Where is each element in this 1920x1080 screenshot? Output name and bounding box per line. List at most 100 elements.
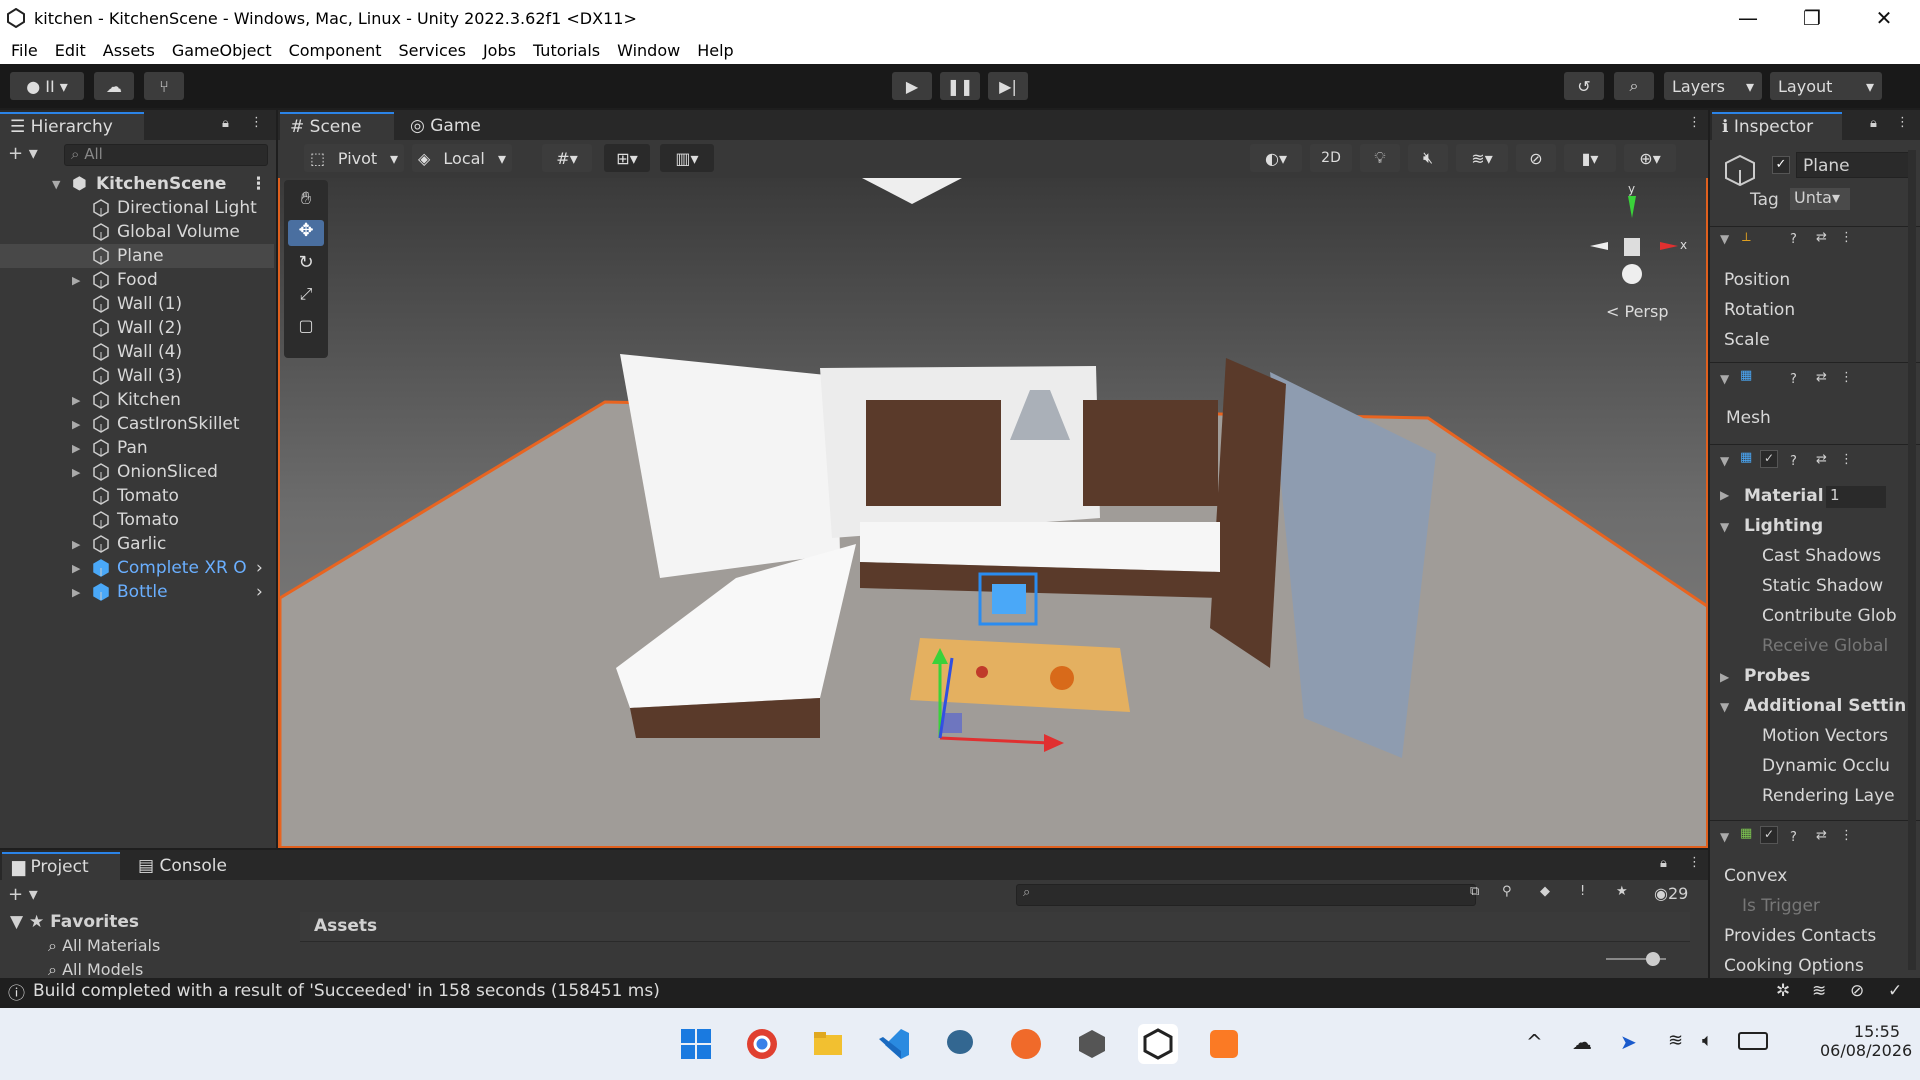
grid-snap-button[interactable]: #▾ [542, 144, 592, 172]
draw-mode-button[interactable]: ◐▾ [1250, 144, 1302, 172]
preset-icon[interactable]: ⇄ [1816, 828, 1827, 843]
hierarchy-item[interactable]: ▶ Food [0, 268, 274, 292]
favorites-header[interactable]: ▼ ★ Favorites [10, 912, 139, 932]
expand-arrow-icon[interactable]: ▶ [72, 466, 80, 479]
assets-breadcrumb[interactable]: Assets [300, 912, 1690, 942]
foldout-arrow-icon[interactable]: ▶ [1720, 670, 1729, 684]
postman-icon[interactable] [1006, 1024, 1046, 1064]
lock-icon[interactable]: 🔒︎ [1660, 856, 1667, 871]
unity-editor-icon[interactable] [1138, 1024, 1178, 1064]
help-icon[interactable]: ? [1790, 830, 1797, 845]
projection-toggle[interactable]: < Persp [1606, 302, 1669, 321]
hierarchy-item[interactable]: ▶ Bottle › [0, 580, 274, 604]
menu-gameobject[interactable]: GameObject [172, 41, 272, 60]
postgres-icon[interactable] [940, 1024, 980, 1064]
menu-help[interactable]: Help [697, 41, 733, 60]
menu-jobs[interactable]: Jobs [483, 41, 516, 60]
close-button[interactable]: ✕ [1856, 0, 1912, 36]
visibility-button[interactable]: ⊘ [1516, 144, 1556, 172]
unity-hub-icon[interactable] [1072, 1024, 1112, 1064]
collab-button[interactable]: ⑂ [144, 72, 184, 100]
icon-size-slider-handle[interactable] [1646, 952, 1660, 966]
expand-arrow-icon[interactable]: ▶ [72, 538, 80, 551]
volume-icon[interactable]: 🔈︎ [1702, 1030, 1713, 1051]
stack-icon[interactable]: ≋ [1812, 981, 1826, 1001]
hierarchy-item[interactable]: ▶ Kitchen [0, 388, 274, 412]
hierarchy-item[interactable]: ▶ Garlic [0, 532, 274, 556]
menu-edit[interactable]: Edit [55, 41, 86, 60]
camera-button[interactable]: ▮▾ [1564, 144, 1616, 172]
hidden-packages-count[interactable]: ◉29 [1654, 884, 1688, 903]
check-circle-icon[interactable]: ✓ [1888, 981, 1902, 1001]
increment-snap-button[interactable]: ⊞▾ [604, 144, 650, 172]
foldout-arrow-icon[interactable]: ▼ [1720, 372, 1729, 386]
lighting-toggle[interactable]: 💡︎ [1360, 144, 1400, 172]
expand-arrow-icon[interactable]: ▶ [72, 418, 80, 431]
search-button[interactable]: ⌕ [1614, 72, 1654, 100]
expand-arrow-icon[interactable]: ▶ [72, 586, 80, 599]
chevron-right-icon[interactable]: › [256, 558, 263, 578]
tab-inspector[interactable]: ℹ Inspector [1712, 112, 1842, 140]
hierarchy-item[interactable]: Global Volume [0, 220, 274, 244]
more-options-icon[interactable]: ⋮ [1896, 115, 1909, 130]
battery-icon[interactable] [1738, 1032, 1768, 1050]
expand-arrow-icon[interactable]: ▶ [72, 562, 80, 575]
hierarchy-item[interactable]: ▶ OnionSliced [0, 460, 274, 484]
menu-assets[interactable]: Assets [103, 41, 155, 60]
add-object-button[interactable]: + ▾ [8, 143, 38, 164]
more-options-icon[interactable]: ⋮ [1840, 370, 1853, 385]
rotate-tool-button[interactable]: ↻ [288, 252, 324, 278]
tab-project[interactable]: ▆ Project [2, 852, 120, 880]
step-button[interactable]: ▶| [988, 72, 1028, 100]
expand-arrow-icon[interactable]: ▶ [72, 442, 80, 455]
hand-tool-button[interactable]: ✋︎ [288, 188, 324, 214]
project-search-input[interactable]: ⌕ [1016, 884, 1476, 906]
rect-tool-button[interactable]: ▢ [288, 316, 324, 342]
help-icon[interactable]: ? [1790, 454, 1797, 469]
file-explorer-icon[interactable] [808, 1024, 848, 1064]
eye-slash-icon[interactable]: ⊘ [1850, 981, 1864, 1001]
inspector-scrollbar[interactable] [1908, 150, 1916, 970]
tab-scene[interactable]: # Scene [280, 112, 394, 140]
hierarchy-search-input[interactable]: ⌕ All [64, 144, 268, 166]
send-icon[interactable]: ➤ [1620, 1030, 1637, 1054]
foldout-arrow-icon[interactable]: ▼ [1720, 520, 1729, 534]
menu-tutorials[interactable]: Tutorials [533, 41, 600, 60]
hierarchy-item[interactable]: ▶ CastIronSkillet [0, 412, 274, 436]
more-options-icon[interactable]: ⋮ [1840, 452, 1853, 467]
tab-hierarchy[interactable]: ☰ Hierarchy [0, 112, 144, 140]
gizmos-button[interactable]: ⊕▾ [1624, 144, 1676, 172]
move-tool-button[interactable]: ✥ [288, 220, 324, 246]
tag-icon[interactable]: ◆ [1540, 884, 1550, 899]
status-message[interactable]: Build completed with a result of 'Succee… [33, 981, 660, 1001]
hierarchy-item[interactable]: ▶ Pan [0, 436, 274, 460]
hierarchy-item[interactable]: Directional Light [0, 196, 274, 220]
chrome-icon[interactable] [742, 1024, 782, 1064]
tab-game[interactable]: ◎ Game [400, 112, 500, 140]
search-by-type-icon[interactable]: ⧉ [1470, 884, 1479, 899]
hierarchy-item[interactable]: Wall (1) [0, 292, 274, 316]
chevron-up-icon[interactable]: ^ [1526, 1030, 1543, 1054]
menu-window[interactable]: Window [617, 41, 680, 60]
clock[interactable]: 15:55 06/08/2026 [1820, 1022, 1912, 1060]
preset-icon[interactable]: ⇄ [1816, 452, 1827, 467]
layers-dropdown[interactable]: Layers ▾ [1664, 72, 1762, 100]
bug-icon[interactable]: ✲ [1776, 981, 1790, 1001]
fav-all-materials[interactable]: ⌕ All Materials [48, 936, 160, 956]
hierarchy-item[interactable]: Tomato [0, 484, 274, 508]
menu-services[interactable]: Services [398, 41, 465, 60]
orientation-gizmo[interactable]: y x [1580, 182, 1690, 298]
materials-count-field[interactable]: 1 [1826, 486, 1886, 508]
foldout-arrow-icon[interactable]: ▶ [1720, 488, 1729, 502]
more-options-icon[interactable]: ⋮ [1840, 828, 1853, 843]
create-asset-button[interactable]: + ▾ [8, 884, 38, 905]
maximize-button[interactable]: ❐ [1784, 0, 1840, 36]
hierarchy-item[interactable]: Wall (4) [0, 340, 274, 364]
lock-icon[interactable]: 🔒︎ [222, 116, 229, 131]
scene-viewport[interactable]: ✋︎ ✥ ↻ ⤢ ▢ y x < Persp [278, 178, 1708, 848]
preset-icon[interactable]: ⇄ [1816, 370, 1827, 385]
scene-root[interactable]: ▼ ⬢ KitchenScene ⋮ [0, 172, 274, 196]
foldout-arrow-icon[interactable]: ▼ [1720, 700, 1729, 714]
hierarchy-item[interactable]: ▶ Complete XR O › [0, 556, 274, 580]
foldout-arrow-icon[interactable]: ▼ [1720, 830, 1729, 844]
